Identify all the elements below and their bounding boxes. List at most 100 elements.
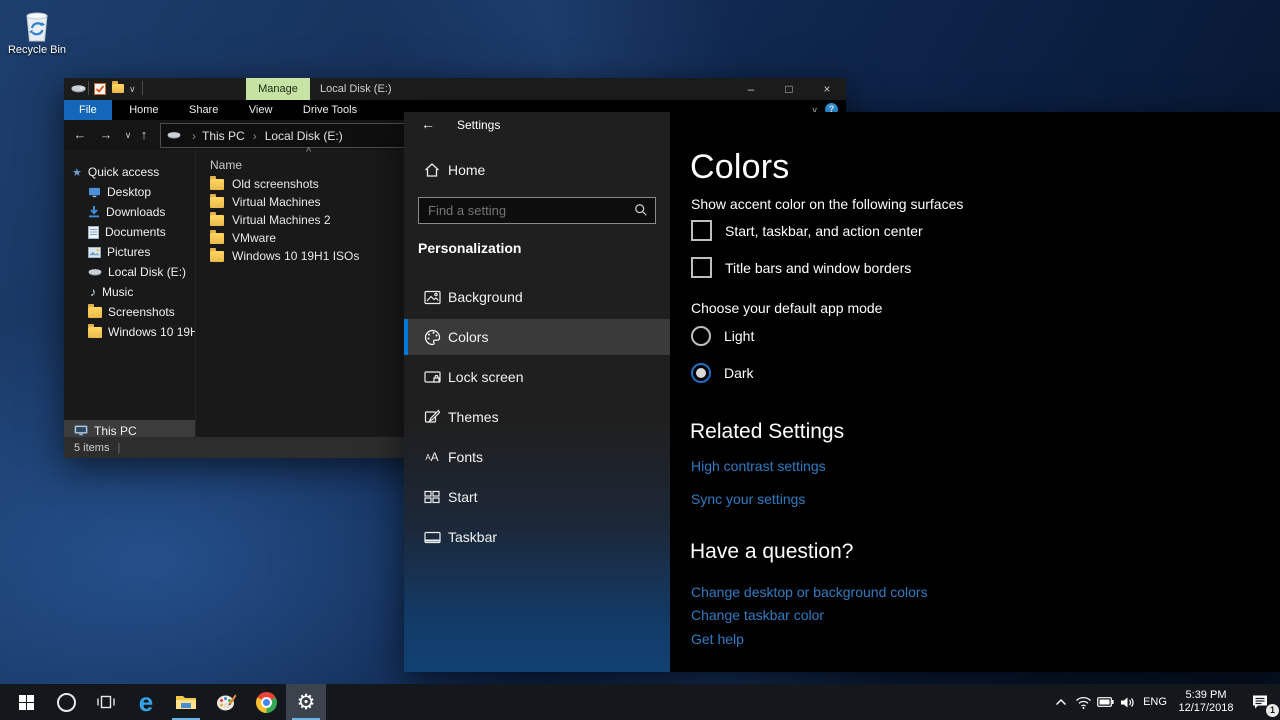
link-get-help[interactable]: Get help [691,631,744,647]
paint3d-button[interactable] [206,684,246,720]
taskbar: e ⚙ [0,684,1280,720]
sidebar-item-music[interactable]: ♪ Music [64,282,195,302]
new-folder-icon[interactable] [112,84,124,93]
sidebar-item-desktop[interactable]: Desktop [64,182,195,202]
desktop: Recycle Bin ∨ Manage Local Disk (E:) – □… [0,0,1280,720]
explorer-titlebar: ∨ Manage Local Disk (E:) – □ × [64,78,846,100]
folder-icon [210,197,224,208]
notification-badge: 1 [1266,704,1279,717]
nav-item-start[interactable]: Start [404,479,670,515]
nav-item-lock-screen[interactable]: Lock screen [404,359,670,395]
status-item-count: 5 items [74,442,109,454]
file-row[interactable]: Windows 10 19H1 ISOs [210,247,359,265]
settings-taskbar-button[interactable]: ⚙ [286,684,326,720]
clock[interactable]: 5:39 PM 12/17/2018 [1172,689,1240,715]
settings-window: ← Settings Home Personalization Backgrou… [404,112,1280,672]
start-button[interactable] [6,684,46,720]
radio-icon[interactable] [691,326,711,346]
file-row[interactable]: Virtual Machines [210,193,321,211]
folder-icon [88,327,102,338]
fonts-icon: AA [423,448,441,466]
file-explorer-button[interactable] [166,684,206,720]
explorer-window-controls: – □ × [732,78,846,100]
edge-button[interactable]: e [126,684,166,720]
checkbox-title-bars[interactable]: Title bars and window borders [691,257,911,278]
question-heading: Have a question? [690,540,853,564]
checkbox-start-taskbar[interactable]: Start, taskbar, and action center [691,220,923,241]
settings-sidebar: ← Settings Home Personalization Backgrou… [404,112,670,672]
up-icon[interactable]: ↑ [132,120,156,150]
manage-ribbon-tab[interactable]: Manage [246,78,310,100]
properties-check-icon[interactable] [94,83,106,95]
sidebar-item-local-disk[interactable]: Local Disk (E:) [64,262,195,282]
search-input[interactable] [419,198,634,223]
explorer-minimize-button[interactable]: – [732,78,770,100]
breadcrumb-this-pc[interactable]: This PC [202,129,245,143]
column-header-name[interactable]: Name [210,158,242,172]
settings-main-panel: Colors Show accent color on the followin… [670,112,1280,672]
file-row[interactable]: Virtual Machines 2 [210,211,331,229]
qat-separator2 [142,81,143,95]
language-indicator[interactable]: ENG [1138,684,1172,720]
settings-home[interactable]: Home [404,153,670,187]
link-sync-settings[interactable]: Sync your settings [691,491,805,507]
file-row[interactable]: VMware [210,229,276,247]
computer-icon [74,425,88,437]
nav-item-taskbar[interactable]: Taskbar [404,519,670,555]
recycle-bin[interactable]: Recycle Bin [0,8,74,56]
chrome-button[interactable] [246,684,286,720]
radio-light[interactable]: Light [691,326,754,346]
checkbox-icon[interactable] [691,257,712,278]
page-title: Colors [690,148,789,187]
qat-customize-icon[interactable]: ∨ [129,78,136,100]
search-icon[interactable] [634,203,648,217]
ribbon-tab-home[interactable]: Home [116,100,171,120]
nav-item-colors[interactable]: Colors [404,319,670,355]
sidebar-item-this-pc[interactable]: This PC [64,420,195,437]
settings-search-box[interactable] [418,197,656,224]
sidebar-item-pictures[interactable]: Pictures [64,242,195,262]
wifi-button[interactable] [1072,684,1094,720]
colors-icon [424,329,441,346]
sidebar-item-quick-access[interactable]: ★ Quick access [64,162,195,182]
status-separator: | [117,442,120,454]
link-high-contrast[interactable]: High contrast settings [691,458,826,474]
explorer-maximize-button[interactable]: □ [770,78,808,100]
sidebar-item-windows-isos[interactable]: Windows 10 19H1 ISOs [64,322,195,342]
link-change-taskbar-color[interactable]: Change taskbar color [691,607,824,623]
cortana-circle-icon [57,693,76,712]
ribbon-tab-file[interactable]: File [64,100,112,120]
volume-button[interactable] [1116,684,1138,720]
radio-dark[interactable]: Dark [691,363,754,383]
action-center-button[interactable]: 1 [1240,684,1280,720]
cortana-button[interactable] [46,684,86,720]
checkbox-icon[interactable] [691,220,712,241]
sidebar-item-downloads[interactable]: Downloads [64,202,195,222]
ribbon-tab-drive-tools[interactable]: Drive Tools [290,100,370,120]
nav-item-background[interactable]: Background [404,279,670,315]
task-view-button[interactable] [86,684,126,720]
ribbon-tab-share[interactable]: Share [176,100,231,120]
nav-item-fonts[interactable]: AA Fonts [404,439,670,475]
explorer-close-button[interactable]: × [808,78,846,100]
ribbon-tab-view[interactable]: View [236,100,286,120]
radio-icon-selected[interactable] [691,363,711,383]
folder-icon [210,251,224,262]
clock-date: 12/17/2018 [1172,702,1240,715]
folder-icon [210,215,224,226]
themes-icon [424,409,440,425]
battery-button[interactable] [1094,684,1116,720]
link-change-desktop-colors[interactable]: Change desktop or background colors [691,584,928,600]
hidden-icons-button[interactable] [1050,684,1072,720]
forward-icon[interactable]: → [94,120,118,150]
sidebar-item-screenshots[interactable]: Screenshots [64,302,195,322]
settings-back-icon[interactable]: ← [421,116,435,132]
back-icon[interactable]: ← [68,120,92,150]
task-view-icon [97,694,115,710]
sidebar-item-documents[interactable]: Documents [64,222,195,242]
breadcrumb-current[interactable]: Local Disk (E:) [265,129,343,143]
nav-item-themes[interactable]: Themes [404,399,670,435]
chevron-up-icon [1055,698,1067,706]
file-row[interactable]: Old screenshots [210,175,319,193]
sort-ascending-icon[interactable]: ^ [306,146,311,158]
